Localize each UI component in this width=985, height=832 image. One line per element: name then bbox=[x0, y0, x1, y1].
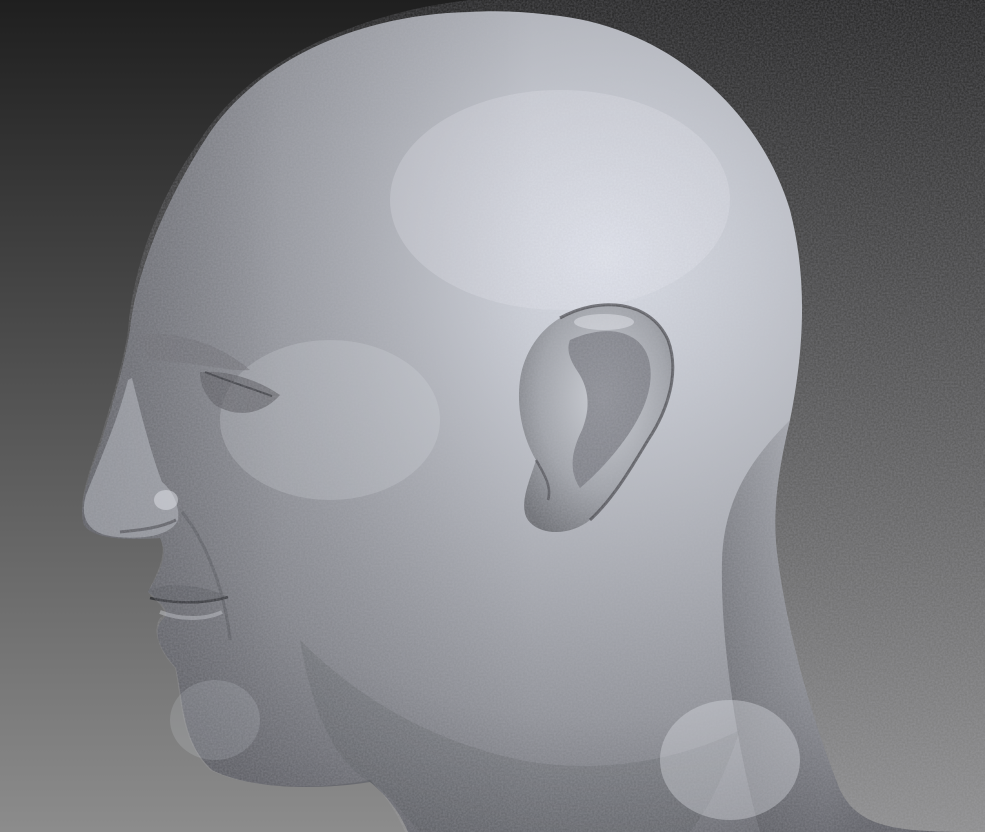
sculpt-viewport[interactable] bbox=[0, 0, 985, 832]
viewport-render bbox=[0, 0, 985, 832]
